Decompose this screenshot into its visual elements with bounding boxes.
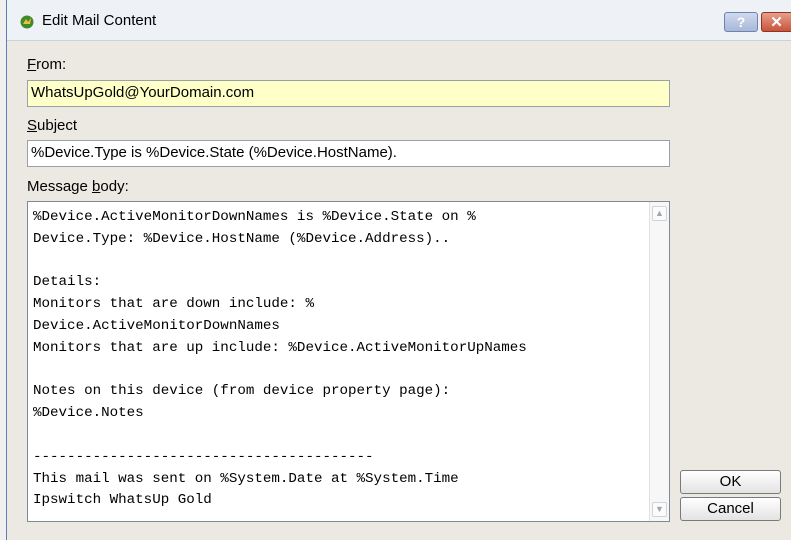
message-body-text[interactable]: %Device.ActiveMonitorDownNames is %Devic… xyxy=(33,207,647,512)
help-icon: ? xyxy=(736,14,746,30)
close-icon: ✕ xyxy=(770,14,783,31)
scroll-up-arrow-icon[interactable]: ▲ xyxy=(652,206,667,221)
close-button[interactable]: ✕ xyxy=(761,12,791,32)
subject-field[interactable]: %Device.Type is %Device.State (%Device.H… xyxy=(27,140,670,167)
vertical-scrollbar[interactable]: ▲ ▼ xyxy=(649,202,669,521)
ok-button[interactable]: OK xyxy=(680,470,781,494)
edit-mail-content-dialog: Edit Mail Content ? ✕ From: WhatsUpGold@… xyxy=(6,0,791,540)
whatsup-gold-icon xyxy=(20,15,34,29)
cancel-button[interactable]: Cancel xyxy=(680,497,781,521)
message-body-label: Message body: xyxy=(27,178,129,195)
help-button[interactable]: ? xyxy=(724,12,758,32)
message-body-textarea[interactable]: %Device.ActiveMonitorDownNames is %Devic… xyxy=(27,201,670,522)
title-bar[interactable]: Edit Mail Content ? ✕ xyxy=(7,0,791,41)
from-label: From: xyxy=(27,56,67,73)
subject-label: Subject xyxy=(27,117,78,134)
from-field[interactable]: WhatsUpGold@YourDomain.com xyxy=(27,80,670,107)
scroll-down-arrow-icon[interactable]: ▼ xyxy=(652,502,667,517)
dialog-title: Edit Mail Content xyxy=(42,12,157,29)
